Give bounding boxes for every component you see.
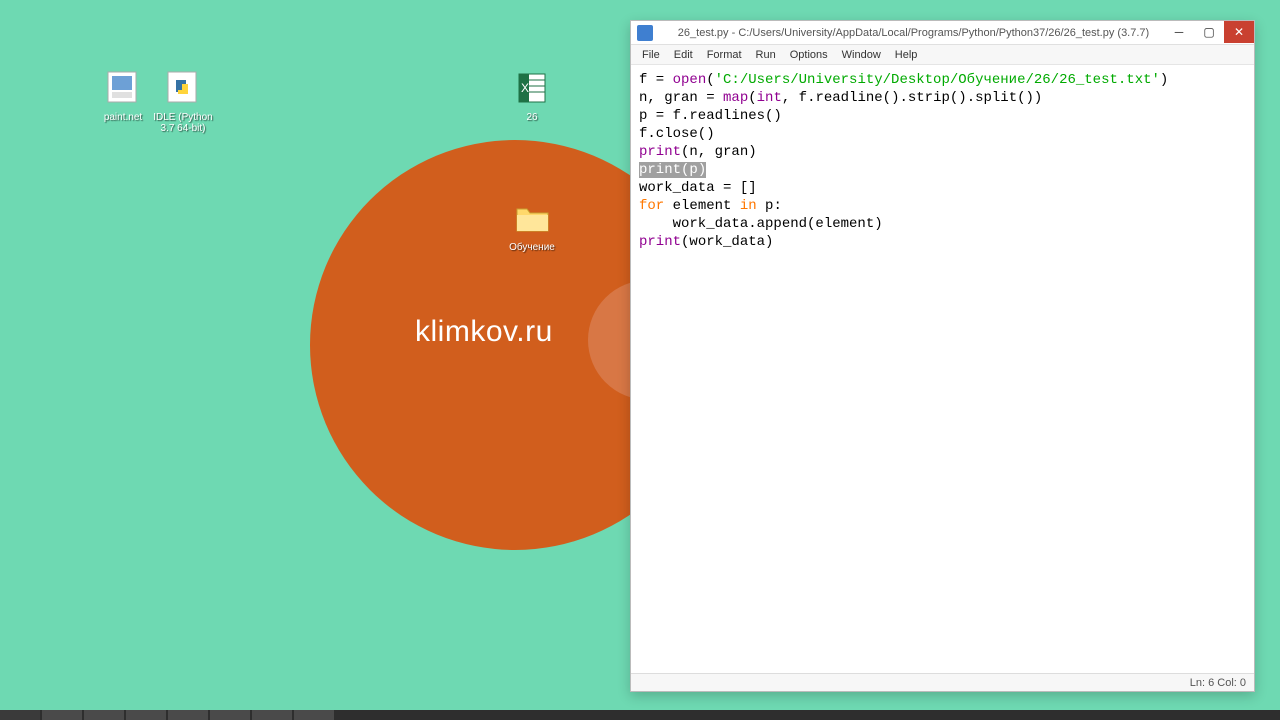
taskbar-item[interactable] xyxy=(294,710,334,720)
menu-file[interactable]: File xyxy=(635,47,667,63)
status-bar: Ln: 6 Col: 0 xyxy=(631,673,1254,691)
code-line: f.close() xyxy=(639,126,715,142)
menu-window[interactable]: Window xyxy=(835,47,888,63)
menu-run[interactable]: Run xyxy=(749,47,783,63)
menu-help[interactable]: Help xyxy=(888,47,925,63)
code-line: print(work_data) xyxy=(639,234,773,250)
menu-format[interactable]: Format xyxy=(700,47,749,63)
window-maximize-button[interactable]: ▢ xyxy=(1194,21,1224,43)
menu-options[interactable]: Options xyxy=(783,47,835,63)
paintnet-icon xyxy=(105,68,141,108)
desktop-icon-label: Обучение xyxy=(497,242,567,253)
code-line: work_data.append(element) xyxy=(639,216,883,232)
desktop-icon-label: 26 xyxy=(497,112,567,123)
idle-app-icon xyxy=(637,25,653,41)
taskbar-item[interactable] xyxy=(42,710,82,720)
wallpaper-brand-text: klimkov.ru xyxy=(415,315,553,349)
desktop-icon-label: IDLE (Python 3.7 64-bit) xyxy=(148,112,218,134)
svg-text:X: X xyxy=(521,81,529,95)
window-minimize-button[interactable]: ─ xyxy=(1164,21,1194,43)
folder-icon xyxy=(514,198,550,238)
start-button[interactable] xyxy=(0,710,40,720)
taskbar-item[interactable] xyxy=(210,710,250,720)
desktop-icon-folder[interactable]: Обучение xyxy=(497,198,567,253)
desktop-icon-excel[interactable]: X 26 xyxy=(497,68,567,123)
menu-bar: File Edit Format Run Options Window Help xyxy=(631,45,1254,65)
code-line: n, gran = map(int, f.readline().strip().… xyxy=(639,90,1042,106)
code-line: for element in p: xyxy=(639,198,782,214)
code-line: print(n, gran) xyxy=(639,144,757,160)
window-titlebar[interactable]: 26_test.py - C:/Users/University/AppData… xyxy=(631,21,1254,45)
taskbar[interactable] xyxy=(0,710,1280,720)
taskbar-item[interactable] xyxy=(84,710,124,720)
menu-edit[interactable]: Edit xyxy=(667,47,700,63)
taskbar-item[interactable] xyxy=(126,710,166,720)
taskbar-item[interactable] xyxy=(168,710,208,720)
excel-icon: X xyxy=(514,68,550,108)
code-line: work_data = [] xyxy=(639,180,757,196)
code-line: f = open('C:/Users/University/Desktop/Об… xyxy=(639,72,1168,88)
code-line-selected: print(p) xyxy=(639,162,706,178)
idle-editor-window: 26_test.py - C:/Users/University/AppData… xyxy=(630,20,1255,692)
window-close-button[interactable]: ✕ xyxy=(1224,21,1254,43)
taskbar-item[interactable] xyxy=(252,710,292,720)
cursor-position: Ln: 6 Col: 0 xyxy=(1190,677,1246,689)
code-editor[interactable]: f = open('C:/Users/University/Desktop/Об… xyxy=(631,65,1254,673)
python-icon xyxy=(165,68,201,108)
code-line: p = f.readlines() xyxy=(639,108,782,124)
desktop-icon-idle[interactable]: IDLE (Python 3.7 64-bit) xyxy=(148,68,218,134)
